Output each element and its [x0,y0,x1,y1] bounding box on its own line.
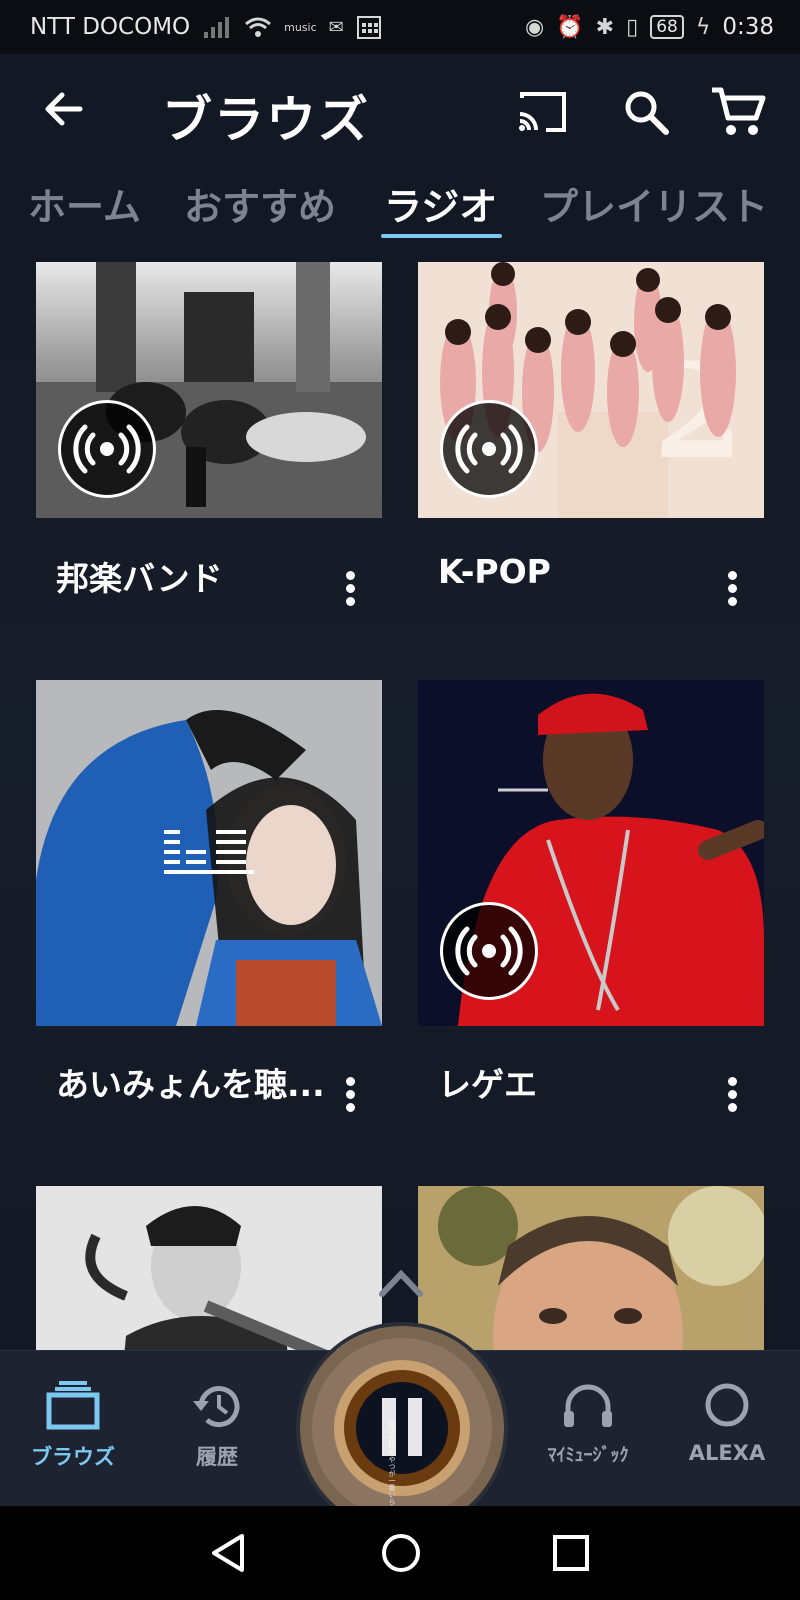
mail-icon: ✉ [328,16,344,38]
battery-indicator: 68 [650,15,684,39]
station-tile[interactable]: 邦楽バンド [36,262,382,642]
nav-history-label: 履歴 [196,1445,238,1469]
headphones-icon [564,1384,612,1427]
alexa-icon [705,1383,749,1427]
system-home-icon[interactable] [376,1528,426,1578]
station-artwork[interactable] [36,1186,382,1350]
system-back-icon[interactable] [204,1528,254,1578]
radio-icon [455,424,523,474]
search-icon[interactable] [622,88,670,136]
vibrate-icon: ▯ [626,14,639,40]
now-playing-button[interactable]: 負けた時のやつが一番いらない ヨルシカ [296,1322,508,1534]
more-options-icon[interactable] [338,1074,362,1118]
tab-home[interactable]: ホーム [28,176,141,231]
calendar-icon [356,16,381,39]
nav-history[interactable]: 履歴 [152,1381,282,1471]
tab-radio[interactable]: ラジオ [384,176,497,231]
system-recents-icon[interactable] [546,1528,596,1578]
app-bar: ブラウズ [0,54,800,174]
more-options-icon[interactable] [720,1074,744,1118]
cast-icon[interactable] [516,90,568,134]
radio-station-badge [58,400,156,498]
nav-alexa-label: ALEXA [688,1441,766,1465]
chevron-up-icon[interactable] [378,1262,424,1302]
station-artwork[interactable] [418,1186,764,1350]
alarm-icon: ⏰ [556,14,584,40]
charging-icon: ϟ [695,14,711,40]
system-navigation-bar [0,1506,800,1600]
eye-icon: ◉ [525,14,545,40]
active-tab-indicator [381,234,502,238]
station-artwork[interactable] [36,680,382,1026]
nav-browse[interactable]: ブラウズ [8,1381,138,1471]
back-arrow-icon[interactable] [38,84,88,134]
station-title: レゲエ [438,1065,537,1104]
station-tile[interactable] [418,1186,764,1350]
radio-icon [73,424,141,474]
station-tile[interactable] [36,1186,382,1350]
station-tile[interactable]: 2 K-POP [418,262,764,642]
wifi-icon [245,17,272,37]
station-grid: 邦楽バンド 2 K-POP あいみょんを聴... レゲエ [0,244,800,1350]
radio-station-badge [440,902,538,1000]
radio-station-badge [440,400,538,498]
radio-icon [455,926,523,976]
tab-playlist[interactable]: プレイリスト [540,176,768,231]
tab-recommended[interactable]: おすすめ [184,176,336,231]
pause-icon[interactable] [380,1396,426,1458]
station-tile[interactable]: レゲエ [418,680,764,1150]
station-title: K-POP [438,552,551,591]
music-notification-icon: music [284,20,317,34]
more-options-icon[interactable] [720,568,744,612]
browse-icon [46,1381,100,1430]
bluetooth-icon: ✱ [595,14,615,40]
nav-browse-label: ブラウズ [31,1445,115,1469]
history-icon [193,1386,240,1428]
nav-alexa[interactable]: ALEXA [662,1381,792,1465]
signal-icon [204,17,230,38]
nav-my-music[interactable]: ﾏｲﾐｭｰｼﾞｯｸ [518,1381,658,1467]
station-title: 邦楽バンド [56,559,223,598]
carrier-label: NTT DOCOMO [30,14,191,40]
cart-icon[interactable] [710,86,766,138]
clock: 0:38 [722,14,774,40]
more-options-icon[interactable] [338,568,362,612]
station-tile[interactable]: あいみょんを聴... [36,680,382,1150]
nav-my-music-label: ﾏｲﾐｭｰｼﾞｯｸ [547,1445,629,1466]
station-title: あいみょんを聴... [56,1065,325,1104]
category-tabs: ホーム おすすめ ラジオ プレイリスト [0,174,800,244]
status-bar: NTT DOCOMO music ✉ ◉ ⏰ ✱ ▯ 68 ϟ 0:38 [0,0,800,54]
page-title: ブラウズ [162,91,370,149]
